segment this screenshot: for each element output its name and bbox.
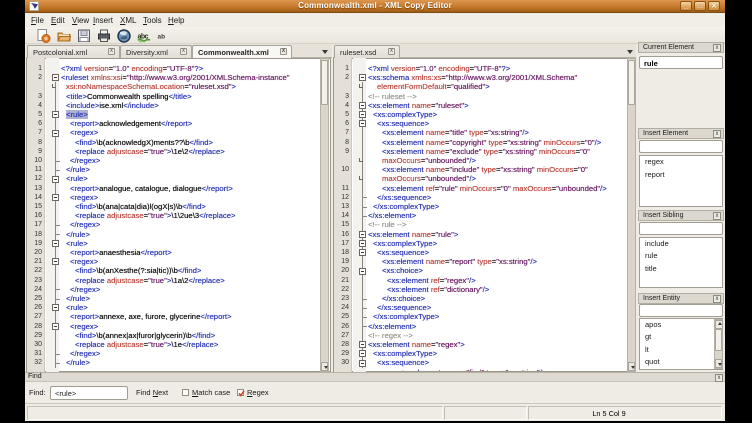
svg-text:ab: ab (158, 34, 166, 41)
